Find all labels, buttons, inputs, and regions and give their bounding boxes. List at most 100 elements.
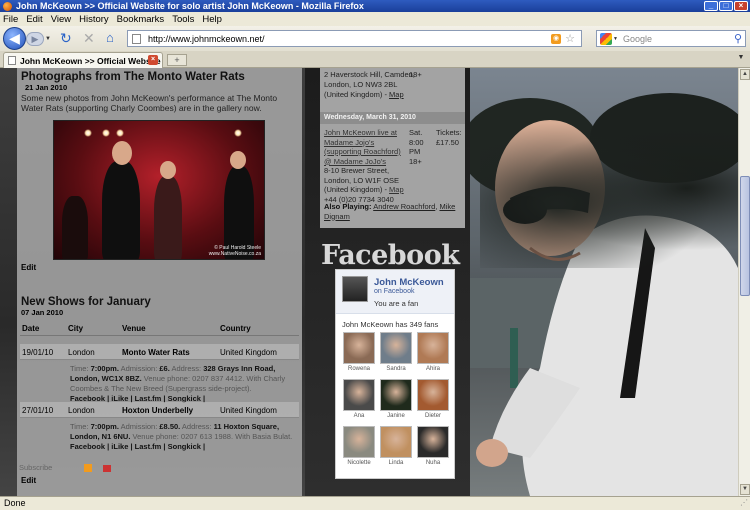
back-button[interactable]: ◀ — [3, 27, 26, 50]
fan-item[interactable]: Ahira — [416, 332, 450, 378]
event-day-header: Wednesday, March 31, 2010 — [320, 112, 465, 124]
fan-item[interactable]: Sandra — [379, 332, 413, 378]
fan-status: You are a fan — [374, 299, 419, 308]
fan-item[interactable]: Rowena — [342, 332, 376, 378]
maximize-icon[interactable]: □ — [719, 1, 733, 11]
menu-tools[interactable]: Tools — [172, 14, 194, 25]
stop-icon[interactable]: ✕ — [83, 30, 95, 47]
table-row: 27/01/10 London Hoxton Underbelly United… — [20, 402, 299, 418]
bookmark-star-icon[interactable]: ☆ — [565, 32, 575, 45]
back-arrow-icon: ◀ — [9, 30, 20, 46]
tab-close-icon[interactable]: × — [148, 55, 158, 65]
fan-item[interactable]: Dieter — [416, 379, 450, 425]
email-subscribe-icon[interactable] — [102, 464, 111, 472]
facebook-link[interactable]: Facebook — [70, 442, 105, 451]
new-tab-button[interactable]: + — [167, 54, 187, 66]
col-city: City — [68, 324, 84, 333]
bassist-head — [230, 151, 246, 169]
fan-item[interactable]: Janine — [379, 379, 413, 425]
previous-event-age: 18+ — [409, 70, 422, 79]
status-text: Done — [4, 498, 26, 508]
photo-credit: © Paul Harold Steele www.NativeNoise.co.… — [208, 245, 261, 257]
fan-avatar[interactable] — [417, 332, 449, 364]
lastfm-link[interactable]: Last.fm — [135, 442, 162, 451]
post-text: Some new photos from John McKeown's perf… — [21, 93, 278, 113]
tab-john-mckeown[interactable]: John McKeown >> Official Website f... × — [3, 52, 163, 68]
navigation-toolbar: ◀ ▶ ▼ ↻ ✕ ⌂ http://www.johnmckeown.net/ … — [0, 26, 750, 51]
fan-avatar[interactable] — [417, 379, 449, 411]
scrollbar-thumb[interactable] — [740, 176, 750, 296]
menu-edit[interactable]: Edit — [26, 14, 42, 25]
address-bar[interactable]: http://www.johnmckeown.net/ ◉ ☆ — [127, 30, 582, 47]
page-viewport: Photographs from The Monto Water Rats 21… — [0, 68, 738, 496]
also-playing-link-1[interactable]: Andrew Roachford — [373, 202, 435, 211]
fan-avatar[interactable] — [343, 426, 375, 458]
home-icon[interactable]: ⌂ — [106, 30, 114, 45]
tab-label[interactable]: John McKeown >> Official Website f... — [20, 56, 162, 66]
search-engine-dropdown-icon[interactable]: ▼ — [613, 36, 618, 42]
close-icon[interactable]: × — [734, 1, 748, 11]
forward-button[interactable]: ▶ — [26, 32, 44, 46]
resize-grip-icon[interactable]: ⋰ — [740, 496, 748, 509]
show-details: Time: 7:00pm. Admission: £6. Address: 32… — [70, 364, 286, 403]
edit-post-link[interactable]: Edit — [21, 263, 36, 272]
fan-page-name[interactable]: John McKeown — [374, 277, 444, 288]
singer-figure — [102, 161, 140, 259]
search-placeholder[interactable]: Google — [623, 34, 652, 44]
fan-avatar[interactable] — [343, 332, 375, 364]
fan-avatar[interactable] — [417, 426, 449, 458]
fan-item[interactable]: Ana — [342, 379, 376, 425]
window-title: John McKeown >> Official Website for sol… — [16, 1, 364, 11]
show-date: 19/01/10 — [22, 348, 54, 357]
menu-help[interactable]: Help — [202, 14, 222, 25]
concert-photo[interactable]: © Paul Harold Steele www.NativeNoise.co.… — [53, 120, 265, 260]
firefox-icon — [3, 1, 12, 11]
event-title-link[interactable]: John McKeown live at Madame Jojo's (supp… — [324, 128, 401, 166]
fan-avatar[interactable] — [380, 332, 412, 364]
subscribe-label: Subscribe — [19, 463, 53, 472]
background-trees — [480, 108, 738, 268]
history-dropdown-icon[interactable]: ▼ — [45, 36, 51, 42]
url-text[interactable]: http://www.johnmckeown.net/ — [148, 34, 265, 44]
shows-title[interactable]: New Shows for January — [21, 296, 151, 308]
scroll-up-icon[interactable]: ▲ — [740, 69, 750, 80]
avatar[interactable] — [342, 276, 368, 302]
reload-icon[interactable]: ↻ — [60, 30, 72, 47]
fan-item[interactable]: Nicolette — [342, 426, 376, 472]
search-box[interactable]: ▼ Google ⚲ — [596, 30, 746, 47]
stage-light-icon — [102, 129, 110, 137]
show-links: Facebook | iLike | Last.fm | Songkick | — [70, 442, 206, 451]
facebook-heading: Facebook — [321, 240, 460, 271]
show-date: 27/01/10 — [22, 406, 54, 415]
rss-icon[interactable] — [84, 464, 93, 473]
fan-item[interactable]: Nuha — [416, 426, 450, 472]
fan-avatar[interactable] — [380, 426, 412, 458]
songkick-link[interactable]: Songkick — [168, 442, 201, 451]
edit-shows-link[interactable]: Edit — [21, 476, 36, 485]
google-icon[interactable] — [600, 33, 612, 45]
scroll-down-icon[interactable]: ▼ — [740, 484, 750, 495]
fan-item[interactable]: Linda — [379, 426, 413, 472]
map-link[interactable]: Map — [389, 90, 404, 99]
menu-bookmarks[interactable]: Bookmarks — [117, 14, 165, 25]
guitarist-head — [160, 161, 176, 179]
rss-feed-icon[interactable]: ◉ — [551, 34, 561, 44]
minimize-icon[interactable]: _ — [704, 1, 718, 11]
event-details: John McKeown live at Madame Jojo's (supp… — [324, 128, 404, 204]
menu-view[interactable]: View — [51, 14, 71, 25]
search-icon[interactable]: ⚲ — [734, 32, 742, 45]
col-country: Country — [220, 324, 251, 333]
fan-avatar[interactable] — [380, 379, 412, 411]
fan-avatar[interactable] — [343, 379, 375, 411]
vertical-scrollbar[interactable]: ▲ ▼ — [738, 68, 750, 496]
post-date: 21 Jan 2010 — [25, 83, 68, 92]
menu-history[interactable]: History — [79, 14, 109, 25]
menu-file[interactable]: File — [3, 14, 18, 25]
map-link[interactable]: Map — [389, 185, 404, 194]
window-controls: _ □ × — [704, 1, 748, 11]
fan-count: John McKeown has 349 fans — [342, 320, 439, 329]
stage-light-icon — [84, 129, 92, 137]
post-title[interactable]: Photographs from The Monto Water Rats — [21, 71, 245, 83]
ilike-link[interactable]: iLike — [111, 442, 128, 451]
tab-list-icon[interactable]: ▼ — [735, 54, 747, 66]
